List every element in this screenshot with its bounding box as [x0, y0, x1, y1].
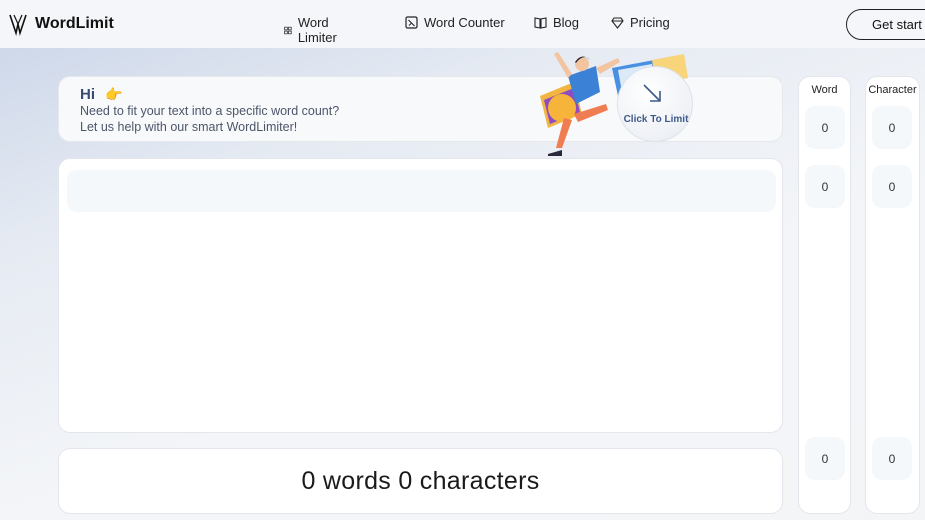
character-count-cell: 0 — [872, 437, 912, 480]
hero-line-1: Need to fit your text into a specific wo… — [80, 104, 340, 118]
nav-pricing-label: Pricing — [630, 15, 670, 30]
nav-blog-label: Blog — [553, 15, 580, 30]
nav-pricing[interactable]: Pricing — [611, 15, 670, 30]
character-count-cell: 0 — [872, 165, 912, 208]
get-start-button[interactable]: Get start — [846, 9, 925, 40]
pointing-hand-icon: 👉 — [105, 86, 123, 102]
logo[interactable]: WordLimit — [8, 12, 114, 36]
nav-word-counter-label: Word Counter — [424, 15, 505, 30]
nav-word-limiter-label: Word Limiter — [297, 15, 337, 45]
word-column: Word 0 0 0 — [798, 76, 851, 514]
nav-word-limiter[interactable]: Word Limiter — [284, 15, 342, 45]
word-count-cell: 0 — [805, 437, 845, 480]
arrow-down-right-icon — [643, 84, 661, 102]
character-column-header: Character — [868, 84, 917, 96]
character-column: Character 0 0 0 — [865, 76, 920, 514]
nav-word-counter[interactable]: Word Counter — [405, 15, 505, 30]
greeting: Hi — [80, 86, 95, 103]
logo-mark-icon — [9, 14, 27, 36]
hero-line-2: Let us help with our smart WordLimiter! — [80, 120, 298, 134]
editor-input-area[interactable] — [67, 170, 776, 212]
word-count-cell: 0 — [805, 165, 845, 208]
text-editor[interactable] — [58, 158, 783, 433]
word-character-summary: 0 words 0 characters — [301, 466, 540, 495]
gem-icon — [611, 17, 624, 29]
logo-text: WordLimit — [35, 15, 114, 32]
word-column-header: Word — [811, 84, 838, 96]
counter-icon — [405, 16, 418, 29]
grid-icon — [284, 26, 292, 34]
top-header: WordLimit Word Limiter Word Counter Blog — [0, 0, 925, 48]
click-to-limit-button[interactable]: Click To Limit — [617, 66, 693, 142]
book-icon — [534, 17, 547, 29]
result-card: 0 words 0 characters — [58, 448, 783, 514]
word-count-cell: 0 — [805, 106, 845, 149]
nav-blog[interactable]: Blog — [534, 15, 579, 30]
character-count-cell: 0 — [872, 106, 912, 149]
click-to-limit-label: Click To Limit — [623, 114, 689, 125]
